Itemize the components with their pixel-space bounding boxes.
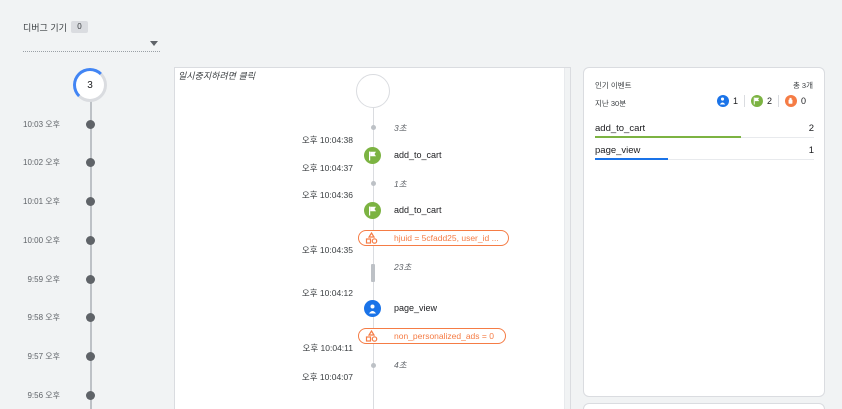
secondary-card (583, 403, 825, 409)
user-property-icon (365, 232, 378, 244)
top-events-title: 인기 이벤트 (595, 81, 632, 90)
minute-row[interactable]: 10:01 오후 (0, 195, 110, 207)
legend-count: 2 (766, 96, 772, 106)
gap-dot (371, 181, 376, 186)
legend-divider (743, 95, 745, 107)
event-timestamp: 오후 10:04:37 (301, 163, 353, 173)
gap-label: 3초 (394, 123, 407, 133)
event-type-legend: 1 2 0 (716, 95, 806, 107)
minute-label: 10:01 오후 (23, 197, 60, 206)
gap-label: 4초 (394, 360, 407, 370)
user-property-text: hjuid = 5cfadd25, user_id ... (394, 233, 499, 243)
legend-count: 0 (800, 96, 806, 106)
minute-row[interactable]: 9:57 오후 (0, 350, 110, 362)
user-property-pill[interactable]: hjuid = 5cfadd25, user_id ... (358, 230, 509, 246)
flag-icon (750, 95, 763, 107)
event-name: add_to_cart (394, 150, 442, 160)
top-event-row[interactable]: add_to_cart 2 (595, 123, 814, 143)
minute-row[interactable]: 9:58 오후 (0, 311, 110, 323)
minute-dot (86, 313, 95, 322)
pause-hint[interactable]: 일시중지하려면 클릭 (178, 69, 255, 82)
minute-dot (86, 275, 95, 284)
top-event-bar (595, 158, 668, 160)
minute-row[interactable]: 10:00 오후 (0, 234, 110, 246)
minute-event-count[interactable]: 3 (73, 68, 107, 102)
event-name: add_to_cart (394, 205, 442, 215)
gap-bar (371, 264, 375, 282)
person-icon (716, 95, 729, 107)
minute-dot (86, 158, 95, 167)
flag-icon (364, 147, 381, 164)
minute-row[interactable]: 9:56 오후 (0, 389, 110, 401)
top-event-count: 1 (808, 145, 814, 156)
gap-label: 23초 (394, 262, 412, 272)
minute-label: 10:03 오후 (23, 120, 60, 129)
event-timestamp: 오후 10:04:35 (301, 245, 353, 255)
minute-label: 9:57 오후 (27, 352, 60, 361)
user-property-icon (365, 330, 378, 342)
top-event-bar (595, 136, 742, 138)
legend-divider (777, 95, 779, 107)
top-event-count: 2 (808, 123, 814, 134)
event-timestamp: 오후 10:04:38 (301, 135, 353, 145)
gap-label: 1초 (394, 179, 407, 189)
user-property-text: non_personalized_ads = 0 (394, 331, 494, 341)
event-timestamp: 오후 10:04:11 (302, 343, 353, 353)
user-property-pill[interactable]: non_personalized_ads = 0 (358, 328, 506, 344)
gap-dot (371, 363, 376, 368)
minute-label: 9:56 오후 (27, 391, 60, 400)
minute-row[interactable]: 10:02 오후 (0, 156, 110, 168)
minute-label: 9:58 오후 (27, 313, 60, 322)
top-events-total: 총 3개 (792, 81, 813, 90)
top-event-name: page_view (595, 145, 641, 156)
minute-label: 10:02 오후 (23, 158, 60, 167)
minute-dot (86, 120, 95, 129)
top-events-card: 인기 이벤트 총 3개 지난 30분 1 2 0 add_to_cart 2 p… (583, 67, 825, 397)
minute-dot (86, 236, 95, 245)
person-icon (364, 300, 381, 317)
minute-dot (86, 391, 95, 400)
top-event-row[interactable]: page_view 1 (595, 145, 814, 165)
legend-count: 1 (732, 96, 738, 106)
minute-dot (86, 352, 95, 361)
event-timestamp: 오후 10:04:12 (301, 288, 353, 298)
stream-scrollbar[interactable] (564, 68, 570, 409)
minute-label: 10:00 오후 (23, 236, 60, 245)
minute-row[interactable]: 10:03 오후 (0, 118, 110, 130)
event-timestamp: 오후 10:04:36 (301, 190, 353, 200)
event-timestamp: 오후 10:04:07 (301, 372, 353, 382)
error-icon (784, 95, 797, 107)
gap-dot (371, 125, 376, 130)
debug-device-select[interactable] (23, 38, 160, 52)
debug-device-label: 디버그 기기 (23, 23, 67, 33)
top-event-name: add_to_cart (595, 123, 646, 134)
seconds-stream-panel[interactable]: 일시중지하려면 클릭 3초 1초 23초 4초 오후 10:04:38 오후 1… (174, 67, 571, 409)
minute-row[interactable]: 9:59 오후 (0, 273, 110, 285)
top-events-period: 지난 30분 (595, 99, 627, 108)
stream-head-circle (356, 74, 390, 108)
minute-label: 9:59 오후 (27, 275, 60, 284)
debug-device-count-badge: 0 (71, 21, 88, 33)
chevron-down-icon (150, 41, 158, 46)
flag-icon (364, 202, 381, 219)
minutes-timeline-line (90, 100, 92, 409)
minute-dot (86, 197, 95, 206)
event-name: page_view (394, 303, 438, 313)
